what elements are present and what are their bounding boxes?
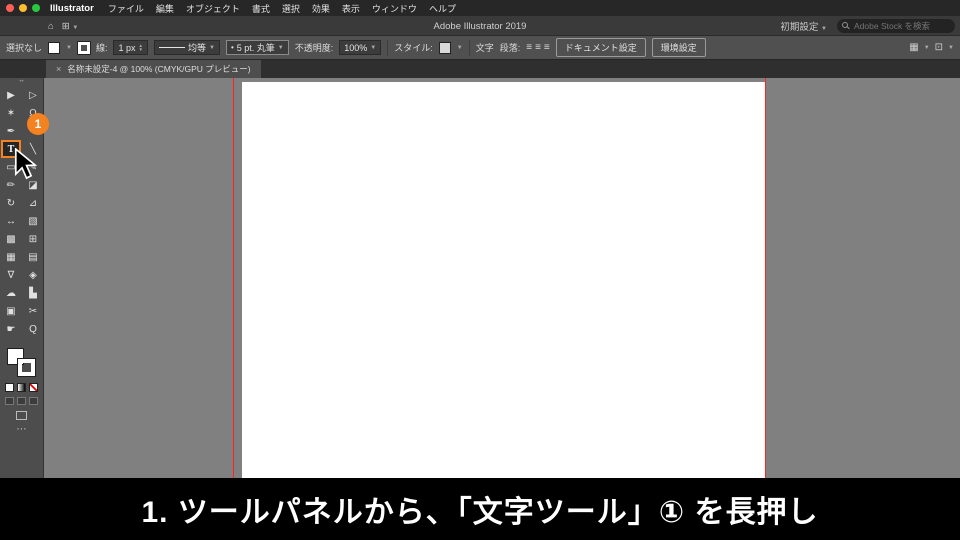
perspective-grid-tool-icon[interactable]: ⊞	[23, 230, 43, 248]
magic-wand-tool-icon[interactable]: ✶	[1, 104, 21, 122]
style-dropdown-icon[interactable]: ▼	[457, 45, 463, 51]
menu-effect[interactable]: 効果	[306, 2, 336, 15]
draw-normal-button[interactable]	[5, 397, 14, 405]
separator	[468, 39, 470, 56]
arrange-documents-icon[interactable]: ▦	[909, 42, 918, 53]
shape-builder-tool-icon[interactable]: ▩	[1, 230, 21, 248]
panel-grip[interactable]: ••	[0, 78, 43, 86]
scale-tool-icon[interactable]: ⊿	[23, 194, 43, 212]
menu-type[interactable]: 書式	[246, 2, 276, 15]
chevron-down-icon: ▼	[370, 44, 377, 51]
stroke-width-stepper[interactable]: ▲ ▼	[139, 43, 143, 52]
control-bar: 選択なし ▼ 線: 1 px ▲ ▼ 均等 ▼ • 5 pt. 丸筆 ▼ 不透明度…	[0, 36, 960, 60]
brush-definition-dropdown[interactable]: • 5 pt. 丸筆 ▼	[225, 40, 289, 55]
stroke-color-swatch[interactable]	[76, 40, 91, 55]
search-icon	[842, 22, 848, 28]
zoom-window-button[interactable]	[32, 4, 40, 12]
document-tab-bar: × 名称未設定-4 @ 100% (CMYK/GPU プレビュー)	[0, 60, 960, 78]
align-left-icon[interactable]: ≡	[526, 42, 532, 53]
tab-close-icon[interactable]: ×	[56, 64, 61, 74]
menu-select[interactable]: 選択	[276, 2, 306, 15]
fill-color-swatch[interactable]	[48, 41, 61, 54]
draw-behind-button[interactable]	[17, 397, 26, 405]
menu-bar: Illustrator ファイル 編集 オブジェクト 書式 選択 効果 表示 ウ…	[0, 0, 960, 16]
gradient-button[interactable]	[17, 383, 26, 392]
preferences-button[interactable]: 環境設定	[651, 38, 706, 57]
width-tool-icon[interactable]: ↔	[1, 212, 21, 230]
stroke-label: 線:	[95, 43, 108, 53]
menu-edit[interactable]: 編集	[150, 2, 180, 15]
canvas-area[interactable]	[44, 78, 960, 478]
symbol-sprayer-tool-icon[interactable]: ☁	[1, 284, 21, 302]
chevron-down-icon: ▼	[208, 44, 215, 51]
selection-tool-icon[interactable]: ▶	[1, 86, 21, 104]
fill-stroke-proxy	[6, 348, 37, 378]
artboard[interactable]	[242, 82, 765, 478]
slice-tool-icon[interactable]: ✂	[23, 302, 43, 320]
guide-line-right	[765, 78, 766, 478]
brush-dot-icon: •	[230, 43, 234, 52]
opacity-dropdown[interactable]: 100% ▼	[339, 40, 382, 55]
free-transform-tool-icon[interactable]: ▧	[23, 212, 43, 230]
menu-object[interactable]: オブジェクト	[180, 2, 246, 15]
character-label[interactable]: 文字	[476, 41, 494, 54]
hand-tool-icon[interactable]: ☛	[1, 320, 21, 338]
minimize-window-button[interactable]	[19, 4, 27, 12]
document-tab[interactable]: × 名称未設定-4 @ 100% (CMYK/GPU プレビュー)	[46, 60, 261, 78]
app-menu-illustrator[interactable]: Illustrator	[50, 3, 94, 14]
blend-tool-icon[interactable]: ◈	[23, 266, 43, 284]
paragraph-label[interactable]: 段落:	[500, 41, 521, 54]
chevron-down-icon: ▼	[277, 44, 284, 51]
separator	[387, 39, 389, 56]
fill-dropdown-icon[interactable]: ▼	[66, 45, 72, 51]
guide-line-left	[233, 78, 234, 478]
workspace-panels-icon[interactable]: ⊡	[935, 42, 943, 53]
direct-selection-tool-icon[interactable]: ▷	[23, 86, 43, 104]
window-controls	[6, 4, 40, 12]
none-button[interactable]	[29, 383, 38, 392]
color-button[interactable]	[5, 383, 14, 392]
align-right-icon[interactable]: ≡	[544, 42, 550, 53]
screen-mode-button[interactable]	[16, 411, 27, 420]
align-center-icon[interactable]: ≡	[535, 42, 541, 53]
menu-window[interactable]: ウィンドウ	[366, 2, 423, 15]
workspace-switcher[interactable]: 初期設定 ▼	[780, 19, 827, 33]
stroke-proxy-swatch[interactable]	[16, 358, 36, 377]
pen-tool-icon[interactable]: ✒	[1, 122, 21, 140]
artboard-tool-icon[interactable]: ▣	[1, 302, 21, 320]
close-window-button[interactable]	[6, 4, 14, 12]
stroke-width-field[interactable]: 1 px ▲ ▼	[113, 40, 148, 55]
application-bar: ⌂ ⊞ ▼ Adobe Illustrator 2019 初期設定 ▼	[0, 16, 960, 36]
chevron-down-icon: ▼	[821, 26, 827, 32]
style-label: スタイル:	[394, 43, 433, 53]
adobe-stock-search-input[interactable]	[837, 19, 955, 33]
graphic-style-swatch[interactable]	[438, 41, 451, 54]
tools-panel: •• ▶▷✶Ω✒∿T╲▭✎✏◪↻⊿↔▧▩⊞▦▤∇◈☁▙▣✂☛Q ⋯	[0, 78, 44, 478]
gradient-tool-icon[interactable]: ▤	[23, 248, 43, 266]
menu-help[interactable]: ヘルプ	[423, 2, 462, 15]
edit-toolbar-icon[interactable]: ⋯	[0, 424, 43, 435]
document-tab-title: 名称未設定-4 @ 100% (CMYK/GPU プレビュー)	[67, 64, 251, 74]
mesh-tool-icon[interactable]: ▦	[1, 248, 21, 266]
graph-tool-icon[interactable]: ▙	[23, 284, 43, 302]
document-setup-button[interactable]: ドキュメント設定	[555, 38, 646, 57]
chevron-down-icon: ▼	[923, 44, 930, 51]
adobe-stock-search	[837, 19, 955, 33]
zoom-tool-icon[interactable]: Q	[23, 320, 43, 338]
instruction-caption: 1. ツールパネルから、「文字ツール」① を長押し	[0, 478, 960, 540]
chevron-down-icon: ▼	[948, 44, 954, 51]
eyedropper-tool-icon[interactable]: ∇	[1, 266, 21, 284]
selection-status-label: 選択なし	[6, 43, 43, 53]
opacity-label: 不透明度:	[294, 43, 334, 53]
mouse-cursor-icon	[14, 148, 38, 180]
menu-view[interactable]: 表示	[336, 2, 366, 15]
rotate-tool-icon[interactable]: ↻	[1, 194, 21, 212]
step-1-badge: 1	[27, 113, 49, 135]
draw-inside-button[interactable]	[29, 397, 38, 405]
menu-file[interactable]: ファイル	[102, 2, 150, 15]
width-profile-icon	[158, 47, 185, 48]
variable-width-profile-dropdown[interactable]: 均等 ▼	[153, 40, 220, 55]
